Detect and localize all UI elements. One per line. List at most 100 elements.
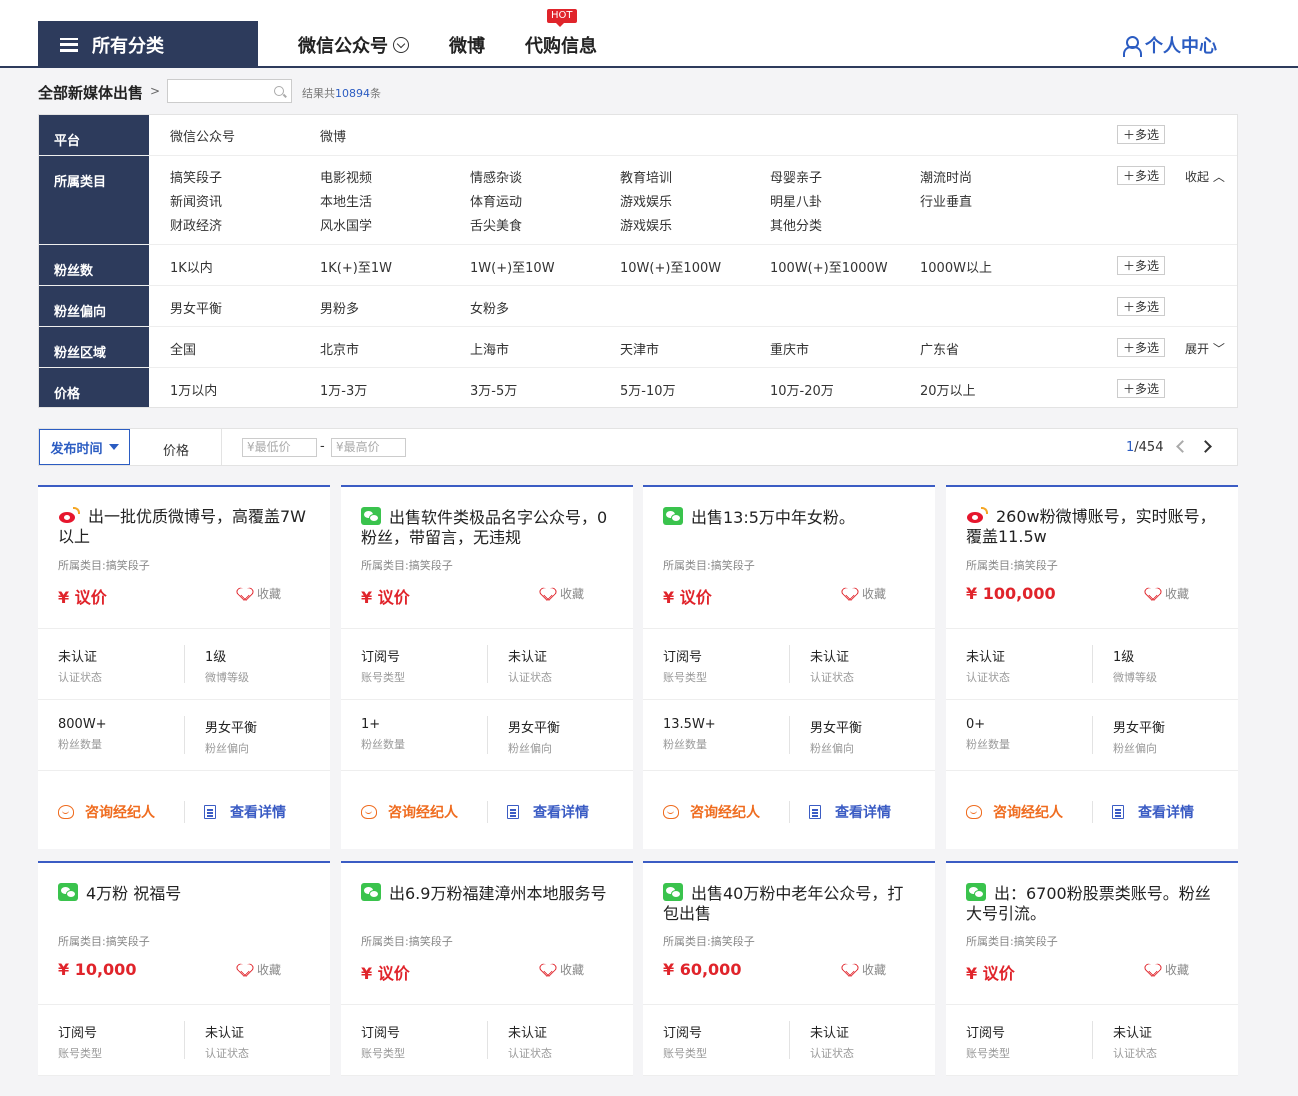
consult-agent-button[interactable]: 咨询经纪人 [58, 802, 155, 822]
filter-option[interactable]: 1000W以上 [920, 257, 992, 276]
filter-option[interactable]: 1万-3万 [320, 380, 367, 399]
listing-title[interactable]: 出售40万粉中老年公众号，打包出售 [663, 883, 918, 924]
filter-option[interactable]: 10万-20万 [770, 380, 834, 399]
filter-option[interactable]: 其他分类 [770, 215, 822, 234]
favorite-button[interactable]: 收藏 [238, 585, 281, 602]
attribute-key: 粉丝数量 [361, 738, 405, 751]
favorite-button[interactable]: 收藏 [1146, 585, 1189, 602]
view-detail-button[interactable]: 查看详情 [1112, 802, 1194, 822]
filter-option[interactable]: 20万以上 [920, 380, 976, 399]
listing-card[interactable]: 出6.9万粉福建漳州本地服务号 所属类目:搞笑段子 ¥ 议价 收藏 订阅号 账号类型 未认证… [341, 861, 633, 1076]
filter-option[interactable]: 3万-5万 [470, 380, 517, 399]
filter-option[interactable]: 1万以内 [170, 380, 217, 399]
multi-select-button[interactable]: ＋多选 [1117, 379, 1165, 398]
filter-option[interactable]: 女粉多 [470, 298, 509, 317]
filter-option[interactable]: 5万-10万 [620, 380, 676, 399]
consult-agent-button[interactable]: 咨询经纪人 [966, 802, 1063, 822]
favorite-button[interactable]: 收藏 [843, 585, 886, 602]
filter-option[interactable]: 微信公众号 [170, 126, 235, 145]
listing-card[interactable]: 出售软件类极品名字公众号，0粉丝，带留言，无违规 所属类目:搞笑段子 ¥ 议价 收藏订… [341, 485, 633, 849]
filter-option[interactable]: 微博 [320, 126, 346, 145]
sort-publish-time-button[interactable]: 发布时间 [39, 429, 130, 465]
prev-page-icon[interactable] [1176, 440, 1189, 453]
filter-option[interactable]: 舌尖美食 [470, 215, 522, 234]
filter-panel: 平台 微信公众号 微博 ＋多选 所属类目 搞笑段子 电影视频 情感杂谈 教育培训… [38, 114, 1238, 408]
listing-title[interactable]: 260w粉微博账号，实时账号，覆盖11.5w [966, 507, 1221, 547]
listing-title[interactable]: 出一批优质微博号，高覆盖7W以上 [58, 507, 313, 547]
search-icon[interactable] [274, 86, 284, 96]
filter-option[interactable]: 游戏娱乐 [620, 215, 672, 234]
listing-card[interactable]: 出：6700粉股票类账号。粉丝大号引流。 所属类目:搞笑段子 ¥ 议价 收藏 订阅号 账号… [946, 861, 1238, 1076]
listing-card[interactable]: 260w粉微博账号，实时账号，覆盖11.5w 所属类目:搞笑段子 ¥ 100,000… [946, 485, 1238, 849]
nav-weibo[interactable]: 微博 [449, 32, 485, 58]
multi-select-button[interactable]: ＋多选 [1117, 338, 1165, 357]
nav-daigou[interactable]: 代购信息 [525, 32, 597, 58]
listing-title[interactable]: 出：6700粉股票类账号。粉丝大号引流。 [966, 883, 1221, 924]
filter-option[interactable]: 重庆市 [770, 339, 809, 358]
multi-select-button[interactable]: ＋多选 [1117, 256, 1165, 275]
max-price-input[interactable]: ¥最高价 [331, 438, 406, 457]
user-center-link[interactable]: 个人中心 [1122, 32, 1217, 58]
filter-option[interactable]: 上海市 [470, 339, 509, 358]
filter-option[interactable]: 财政经济 [170, 215, 222, 234]
listing-title[interactable]: 出售软件类极品名字公众号，0粉丝，带留言，无违规 [361, 507, 616, 548]
filter-option[interactable]: 搞笑段子 [170, 167, 222, 186]
consult-agent-button[interactable]: 咨询经纪人 [663, 802, 760, 822]
filter-option[interactable]: 男粉多 [320, 298, 359, 317]
consult-label: 咨询经纪人 [993, 805, 1063, 821]
filter-option[interactable]: 天津市 [620, 339, 659, 358]
filter-option[interactable]: 1W(+)至10W [470, 257, 555, 276]
next-page-icon[interactable] [1199, 440, 1212, 453]
multi-select-button[interactable]: ＋多选 [1117, 297, 1165, 316]
listing-card[interactable]: 出一批优质微博号，高覆盖7W以上 所属类目:搞笑段子 ¥ 议价 收藏 未认证 认证状态 1级… [38, 485, 330, 849]
favorite-button[interactable]: 收藏 [238, 961, 281, 978]
search-input[interactable] [167, 79, 292, 103]
result-suffix: 条 [370, 87, 381, 100]
favorite-button[interactable]: 收藏 [1146, 961, 1189, 978]
filter-option[interactable]: 1K(+)至1W [320, 257, 392, 276]
listing-title[interactable]: 出6.9万粉福建漳州本地服务号 [361, 883, 616, 904]
filter-option[interactable]: 潮流时尚 [920, 167, 972, 186]
filter-option[interactable]: 广东省 [920, 339, 959, 358]
listing-card[interactable]: 4万粉 祝福号 所属类目:搞笑段子 ¥ 10,000 收藏 订阅号 账号类型 未认证 认证状态 [38, 861, 330, 1076]
filter-option[interactable]: 男女平衡 [170, 298, 222, 317]
all-categories-button[interactable]: 所有分类 [38, 21, 258, 68]
multi-select-button[interactable]: ＋多选 [1117, 166, 1165, 185]
attribute-key: 账号类型 [361, 1047, 405, 1060]
filter-option[interactable]: 北京市 [320, 339, 359, 358]
view-detail-button[interactable]: 查看详情 [809, 802, 891, 822]
view-detail-button[interactable]: 查看详情 [204, 802, 286, 822]
attribute-value: 0+ [966, 717, 986, 732]
filter-option[interactable]: 新闻资讯 [170, 191, 222, 210]
filter-option[interactable]: 母婴亲子 [770, 167, 822, 186]
favorite-button[interactable]: 收藏 [541, 961, 584, 978]
filter-option[interactable]: 全国 [170, 339, 196, 358]
min-price-input[interactable]: ¥最低价 [242, 438, 317, 457]
filter-option[interactable]: 电影视频 [320, 167, 372, 186]
expand-toggle[interactable]: 展开 ﹀ [1185, 340, 1225, 357]
listing-card[interactable]: 出售40万粉中老年公众号，打包出售 所属类目:搞笑段子 ¥ 60,000 收藏 订阅号账… [643, 861, 935, 1076]
filter-option[interactable]: 风水国学 [320, 215, 372, 234]
filter-option[interactable]: 行业垂直 [920, 191, 972, 210]
filter-option[interactable]: 本地生活 [320, 191, 372, 210]
favorite-button[interactable]: 收藏 [541, 585, 584, 602]
filter-option[interactable]: 情感杂谈 [470, 167, 522, 186]
filter-option[interactable]: 体育运动 [470, 191, 522, 210]
listing-title[interactable]: 出售13:5万中年女粉。 [663, 507, 918, 528]
filter-option[interactable]: 100W(+)至1000W [770, 257, 888, 276]
filter-option[interactable]: 教育培训 [620, 167, 672, 186]
view-detail-button[interactable]: 查看详情 [507, 802, 589, 822]
consult-agent-button[interactable]: 咨询经纪人 [361, 802, 458, 822]
collapse-toggle[interactable]: 收起 ︿ [1185, 168, 1225, 185]
filter-option[interactable]: 10W(+)至100W [620, 257, 721, 276]
divider [1092, 801, 1093, 823]
card-header: 出6.9万粉福建漳州本地服务号 所属类目:搞笑段子 ¥ 议价 收藏 [341, 863, 633, 1005]
nav-wechat[interactable]: 微信公众号 [298, 32, 409, 58]
multi-select-button[interactable]: ＋多选 [1117, 125, 1165, 144]
listing-title[interactable]: 4万粉 祝福号 [58, 883, 313, 904]
listing-card[interactable]: 出售13:5万中年女粉。 所属类目:搞笑段子 ¥ 议价 收藏 订阅号 账号类型 未认证 认证状… [643, 485, 935, 849]
filter-option[interactable]: 明星八卦 [770, 191, 822, 210]
favorite-button[interactable]: 收藏 [843, 961, 886, 978]
filter-option[interactable]: 游戏娱乐 [620, 191, 672, 210]
filter-option[interactable]: 1K以内 [170, 257, 213, 276]
